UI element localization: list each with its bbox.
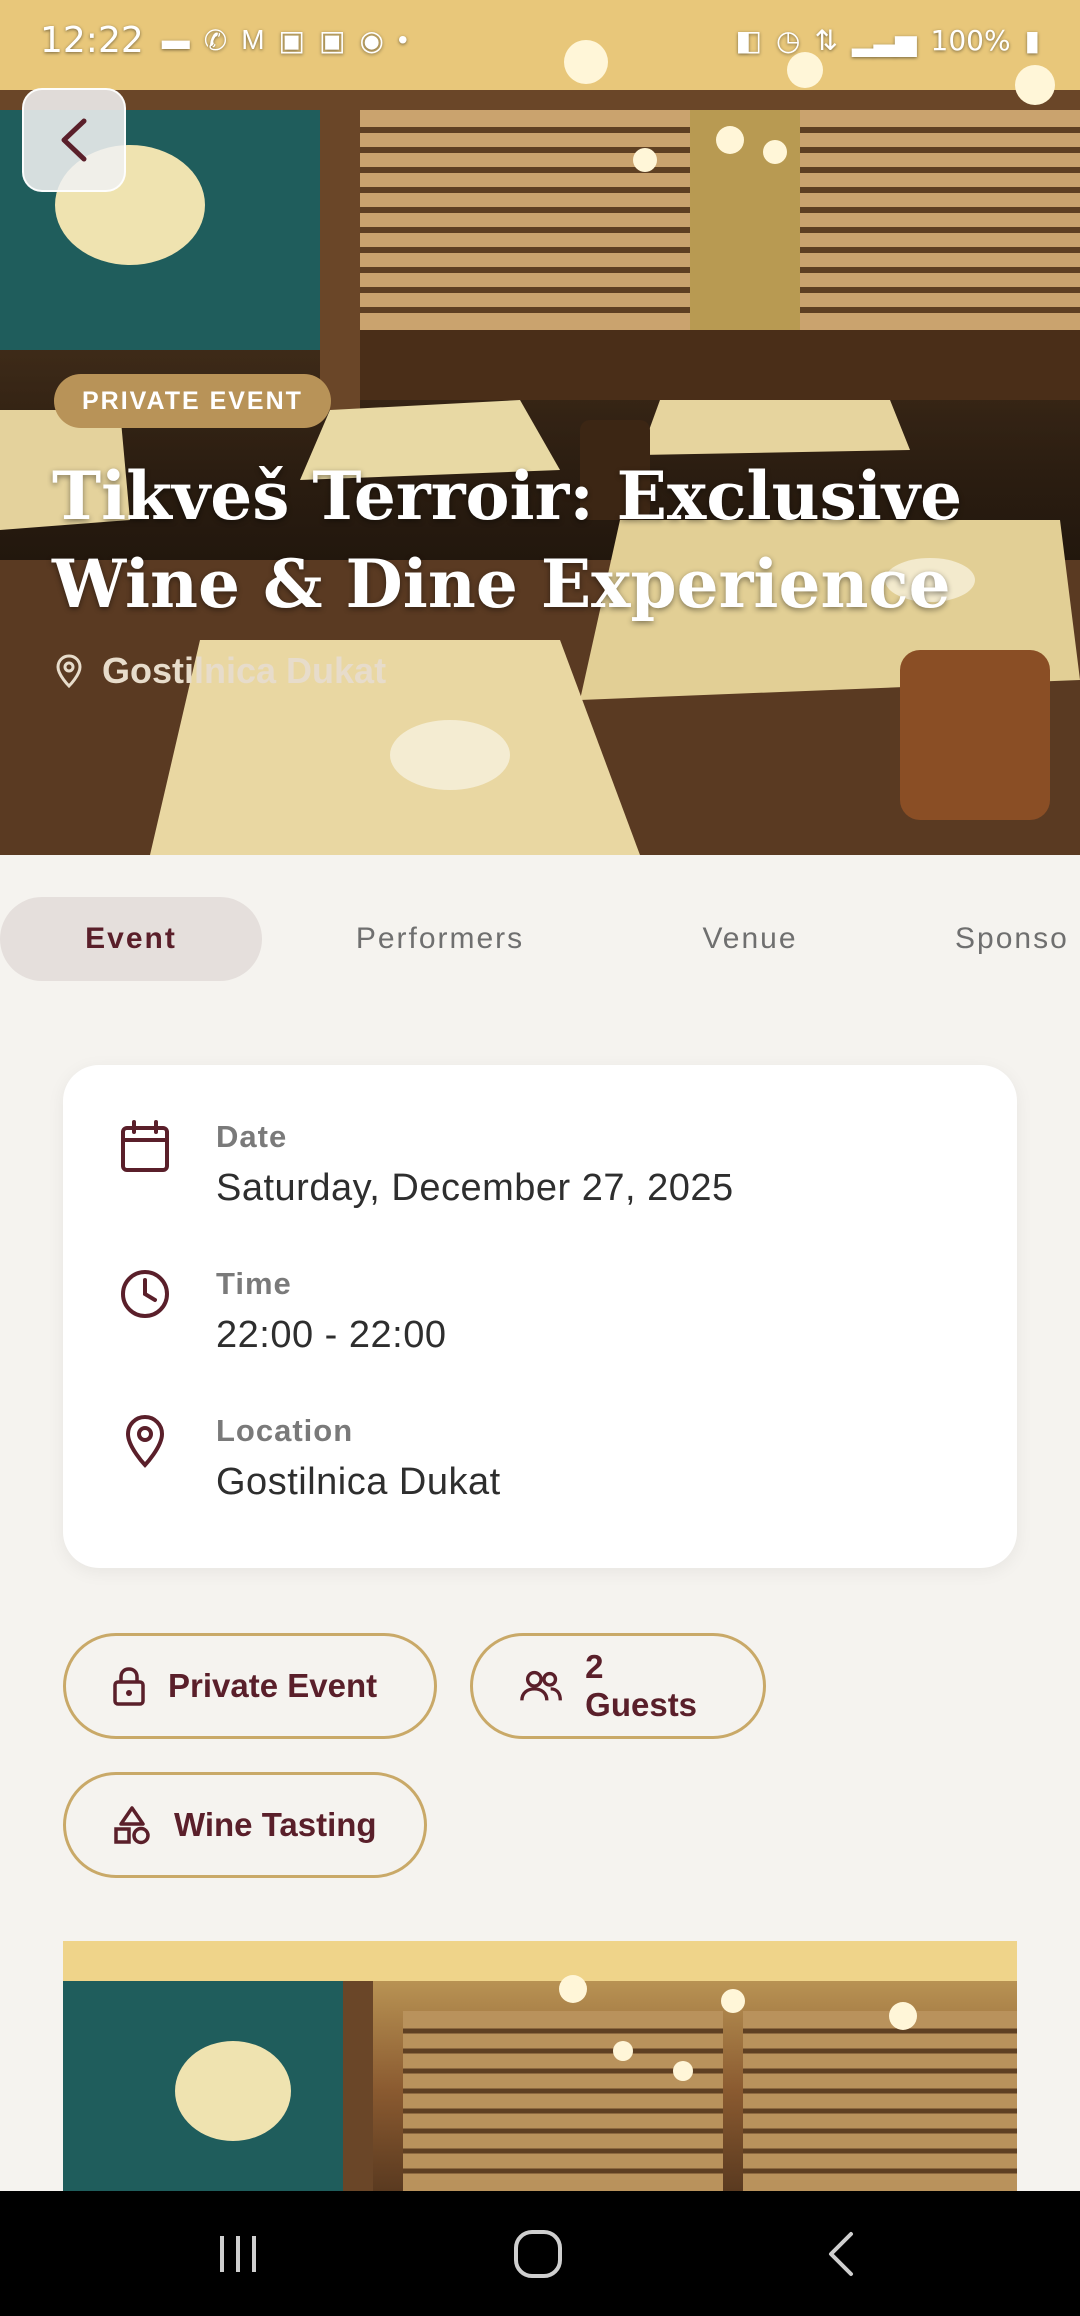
calendar-icon: ▣	[278, 24, 306, 56]
restaurant-photo	[63, 1941, 1017, 2191]
status-bar: 12:22 ▬ ✆ M ▣ ▣ ◉ • ◧ ◷ ⇅ ▂▃▅ 100% ▮	[0, 0, 1080, 80]
battery-icon: ▮	[1024, 24, 1040, 56]
battery-percent: 100%	[930, 23, 1011, 57]
phone-icon: ✆	[203, 24, 228, 56]
back-button[interactable]	[22, 88, 126, 192]
notification-icons: ▬ ✆ M ▣ ▣ ◉ •	[162, 24, 408, 57]
date-label: Date	[216, 1119, 288, 1154]
location-row: Location Gostilnica Dukat	[63, 1413, 1017, 1533]
hero-banner: 12:22 ▬ ✆ M ▣ ▣ ◉ • ◧ ◷ ⇅ ▂▃▅ 100% ▮ PRI…	[0, 0, 1080, 855]
home-button[interactable]	[498, 2219, 578, 2289]
clock-icon	[121, 1270, 169, 1318]
recent-apps-icon	[220, 2236, 256, 2272]
sync-icon: ◧	[735, 24, 762, 56]
back-arrow-icon	[829, 2232, 853, 2276]
section-tabs: Event Performers Venue Sponso	[0, 897, 1080, 981]
network-4g-icon: ⇅	[814, 24, 838, 56]
tab-sponsors[interactable]: Sponso	[955, 897, 1080, 981]
guests-chip: 2 Guests	[470, 1633, 766, 1739]
time-row: Time 22:00 - 22:00	[63, 1266, 1017, 1386]
alarm-icon: ◷	[776, 24, 801, 56]
location-value: Gostilnica Dukat	[216, 1461, 501, 1503]
location-pin-icon	[125, 1414, 165, 1468]
gmail-icon: M	[241, 24, 265, 55]
date-value: Saturday, December 27, 2025	[216, 1167, 734, 1209]
lock-icon: ◉	[359, 24, 384, 56]
users-icon	[520, 1670, 562, 1701]
home-icon	[514, 2230, 562, 2278]
venue-photo[interactable]	[63, 1941, 1017, 2191]
shapes-icon	[114, 1806, 150, 1845]
tab-event[interactable]: Event	[0, 897, 262, 981]
date-row: Date Saturday, December 27, 2025	[63, 1119, 1017, 1239]
message-icon: ▬	[161, 24, 190, 55]
location-label: Location	[216, 1413, 354, 1448]
dot-icon: •	[397, 24, 408, 55]
signal-icon: ▂▃▅	[851, 24, 917, 56]
category-chip-label: Wine Tasting	[174, 1806, 377, 1843]
calendar-icon	[121, 1120, 169, 1172]
private-event-badge: PRIVATE EVENT	[54, 374, 331, 428]
hero-location: Gostilnica Dukat	[56, 650, 386, 692]
private-event-chip-label: Private Event	[168, 1667, 378, 1704]
category-chip: Wine Tasting	[63, 1772, 427, 1878]
tab-performers[interactable]: Performers	[320, 897, 560, 981]
system-navigation-bar	[0, 2191, 1080, 2316]
lock-icon	[113, 1667, 145, 1706]
guests-chip-label: 2 Guests	[585, 1648, 698, 1723]
location-pin-icon	[56, 654, 82, 688]
system-icons: ◧ ◷ ⇅ ▂▃▅ 100% ▮	[736, 24, 1040, 57]
recent-apps-button[interactable]	[198, 2219, 278, 2289]
event-title: Tikveš Terroir: Exclusive Wine & Dine Ex…	[52, 457, 963, 623]
hero-location-text: Gostilnica Dukat	[102, 650, 387, 691]
system-back-button[interactable]	[800, 2219, 880, 2289]
chevron-left-icon	[61, 118, 87, 162]
time-label: Time	[216, 1266, 292, 1301]
calendar-icon: ▣	[319, 24, 346, 56]
tab-venue[interactable]: Venue	[650, 897, 850, 981]
event-details-card: Date Saturday, December 27, 2025 Time 22…	[63, 1065, 1017, 1568]
status-time: 12:22	[40, 19, 144, 61]
private-event-chip: Private Event	[63, 1633, 437, 1739]
time-value: 22:00 - 22:00	[216, 1314, 447, 1356]
